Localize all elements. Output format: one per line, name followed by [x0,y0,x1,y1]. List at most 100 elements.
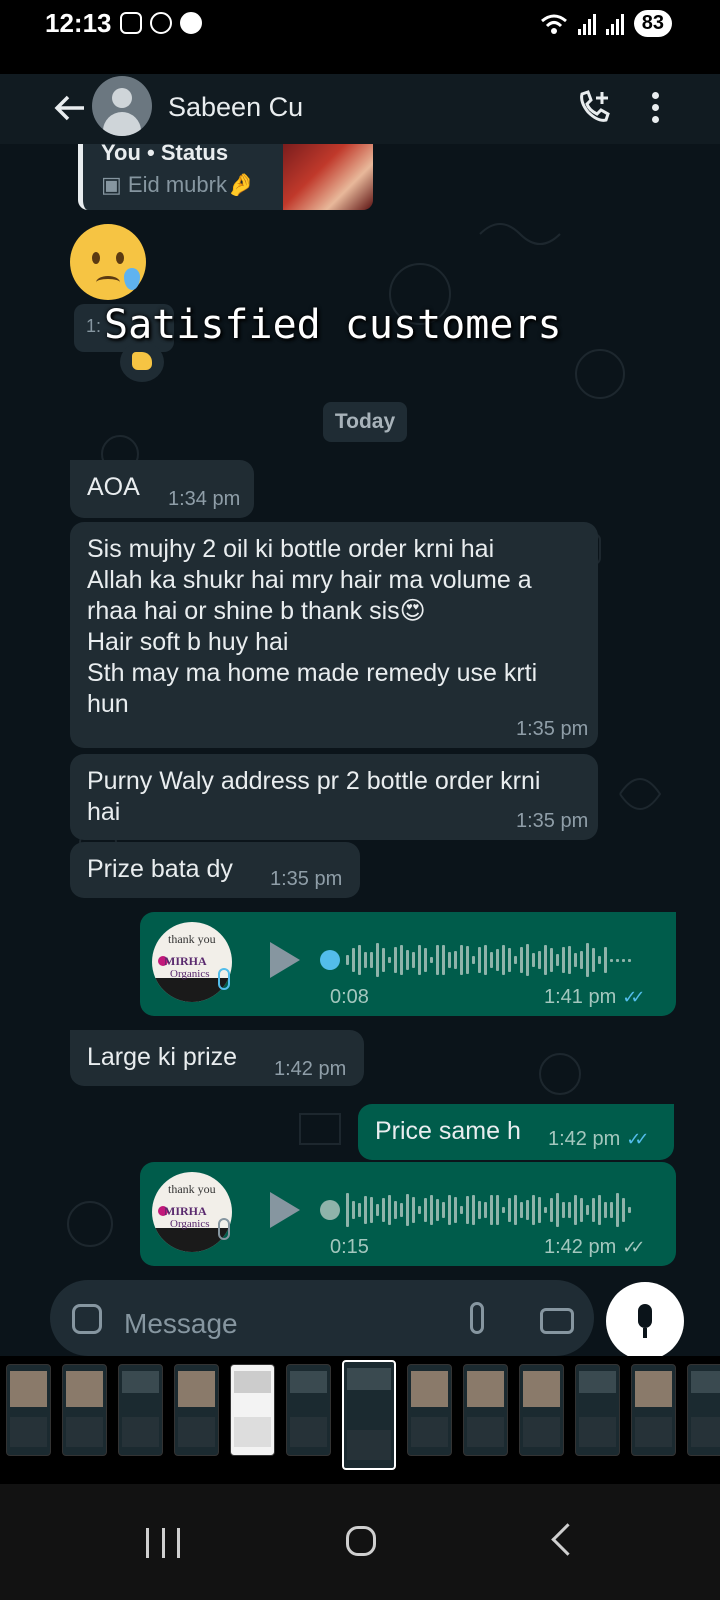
waveform-bar [466,945,469,974]
status-time: 12:13 [45,8,112,38]
gallery-thumbnail[interactable] [6,1364,51,1456]
incoming-message[interactable]: Large ki prize 1:42 pm [70,1030,364,1086]
waveform-bar [520,1201,523,1219]
waveform-bar [442,945,445,975]
message-time: 1:35 pm [270,868,343,890]
quoted-status[interactable]: You • Status ▣ Eid mubrk🤌 [78,144,373,210]
back-icon[interactable] [551,1523,584,1556]
emoji-sticker-icon[interactable] [72,1304,102,1334]
message-input[interactable]: Message [124,1308,238,1340]
battery-indicator: 83 [633,10,672,37]
incoming-message[interactable]: Prize bata dy 1:35 pm [70,842,360,898]
waveform-bar [490,1195,493,1225]
waveform-bar [394,1200,397,1219]
record-voice-button[interactable] [606,1282,684,1356]
message-time: 1:34 pm [168,488,241,510]
playback-scrubber[interactable] [320,950,340,970]
waveform-bar [586,1204,589,1215]
gallery-thumbnail[interactable] [62,1364,107,1456]
recent-apps-icon[interactable] [146,1528,180,1558]
waveform-bar [568,945,571,975]
back-arrow-icon[interactable] [52,90,88,126]
camera-icon[interactable] [540,1308,574,1334]
message-time: 1:35 pm [516,718,589,740]
waveform-bar [580,950,583,970]
waveform-bar [358,1202,361,1218]
status-bar: 12:13 83 [0,0,720,74]
waveform-bar [382,1198,385,1222]
waveform-bar [418,1206,421,1214]
quoted-status-sender: You • Status [101,144,229,165]
contact-name[interactable]: Sabeen Cu [168,92,303,123]
waveform-bar [622,958,625,962]
incoming-message[interactable]: AOA 1:34 pm [70,460,254,518]
message-text: Sis mujhy 2 oil ki bottle order krni hai… [87,535,538,718]
waveform-bar [586,943,589,977]
message-text: Price same h [375,1117,521,1145]
waveform-bar [562,1201,565,1219]
waveform-bar [628,958,631,962]
gallery-thumbnail[interactable] [230,1364,275,1456]
waveform-bar [574,1195,577,1225]
attach-icon[interactable] [470,1302,484,1334]
whatsapp-icon [150,12,172,34]
waveform-bar [376,1204,379,1216]
chat-header: Sabeen Cu [0,74,720,144]
waveform-bar [544,945,547,975]
live-icon [180,12,202,34]
voice-waveform[interactable] [346,1192,640,1228]
date-divider: Today [323,402,407,442]
gallery-thumbnail[interactable] [519,1364,564,1456]
voice-sender-avatar: thank you MIRHA Organics [152,1172,232,1252]
waveform-bar [514,956,517,964]
waveform-bar [346,1193,349,1227]
playback-scrubber[interactable] [320,1200,340,1220]
incoming-message[interactable]: Purny Waly address pr 2 bottle order krn… [70,754,598,840]
waveform-bar [448,1195,451,1225]
play-icon[interactable] [270,942,300,978]
chat-area[interactable]: Sabeen Cu You • Status ▣ Eid mubrk🤌 1: S… [0,74,720,1356]
add-call-icon[interactable] [576,88,612,124]
message-composer[interactable]: Message [50,1280,594,1356]
notification-icons [120,12,202,34]
waveform-bar [490,952,493,968]
incoming-message[interactable]: Sis mujhy 2 oil ki bottle order krni hai… [70,522,598,748]
waveform-bar [592,1197,595,1223]
waveform-bar [430,956,433,964]
waveform-bar [574,952,577,968]
outgoing-voice-message[interactable]: thank you MIRHA Organics 0:15 1:42 pm ✓✓ [140,1162,676,1266]
gallery-thumbnail-selected[interactable] [342,1360,396,1470]
waveform-bar [472,1195,475,1225]
waveform-bar [358,945,361,975]
gallery-thumbnail[interactable] [174,1364,219,1456]
waveform-bar [400,945,403,975]
waveform-bar [610,958,613,962]
waveform-bar [406,950,409,970]
play-icon[interactable] [270,1192,300,1228]
more-options-icon[interactable] [652,92,660,128]
outgoing-voice-message[interactable]: thank you MIRHA Organics 0:08 1:41 pm ✓✓ [140,912,676,1016]
message-time: 1:41 pm ✓✓ [544,986,646,1008]
outgoing-message[interactable]: Price same h 1:42 pm ✓✓ [358,1104,674,1160]
message-text: Large ki prize [87,1043,238,1071]
gallery-thumbnail[interactable] [286,1364,331,1456]
gallery-thumbnail[interactable] [687,1364,720,1456]
voice-waveform[interactable] [346,942,640,978]
waveform-bar [364,1195,367,1225]
waveform-bar [580,1197,583,1223]
gallery-thumbnail[interactable] [631,1364,676,1456]
thumbs-up-reaction-icon[interactable] [120,342,164,382]
waveform-bar [616,1193,619,1227]
gallery-thumbnail[interactable] [407,1364,452,1456]
gallery-thumbnail[interactable] [118,1364,163,1456]
mic-icon [218,968,230,990]
waveform-bar [598,955,601,965]
contact-avatar[interactable] [92,76,152,136]
gallery-thumbnail[interactable] [463,1364,508,1456]
waveform-bar [604,1201,607,1219]
home-icon[interactable] [346,1526,376,1556]
waveform-bar [352,947,355,973]
gallery-thumbnail[interactable] [575,1364,620,1456]
waveform-bar [508,948,511,972]
waveform-bar [478,947,481,973]
